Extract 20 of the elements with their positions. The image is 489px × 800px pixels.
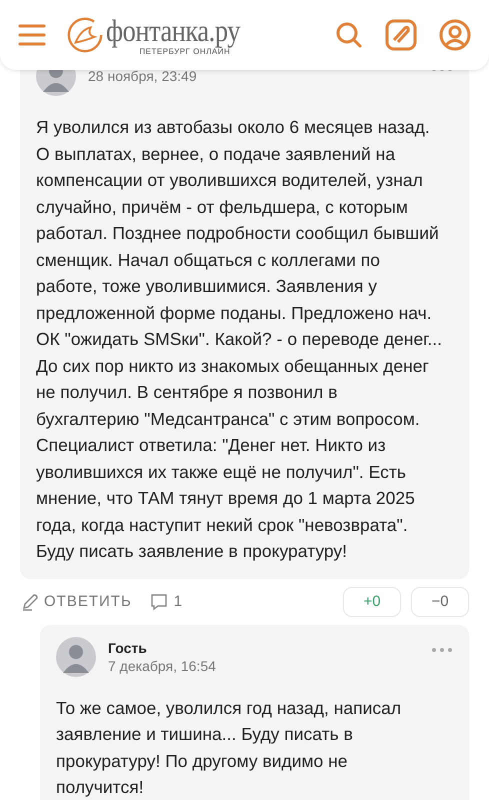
avatar-icon	[56, 636, 96, 676]
pencil-icon	[22, 592, 40, 610]
author-name: Гость	[108, 640, 148, 656]
bird-logo-icon	[66, 16, 104, 54]
upvote-button[interactable]: +0	[343, 586, 401, 616]
downvote-button[interactable]: −0	[411, 586, 469, 616]
more-options-icon[interactable]	[431, 646, 453, 652]
reply-count: 1	[174, 593, 182, 610]
comment-text: Я уволился из автобазы около 6 месяцев назад. О выплатах, вернее, о подаче заявлений на компенсации от уволившихся водителей, узнал случайно, причём - от фельдшера, с которым работал. Позднее подробности сообщил бывший сменщик. Начал общаться с коллегами по работе, тоже уволившимися. Заявления у предложенной форме поданы. Предложено нач. ОК "ожидать SMSки". Какой? - о переводе денег... До сих пор никто из знакомых обещанных денег не получил. В сентябре я позвонил в бухгалтерию "Медсантранса" с этим вопросом. Специалист ответила: "Денег нет. Никто из уволившихся их также ещё не получил". Есть мнение, что ТАМ тянут время до 1 марта 2025 года, когда наступит некий срок "невозврата". Буду писать заявление в прокуратуру!	[36, 116, 444, 563]
comment-date: 28 ноября, 23:49	[88, 68, 198, 84]
user-profile-icon[interactable]	[439, 19, 471, 51]
comment-icon	[150, 592, 168, 610]
site-logo-text[interactable]: фонтанка.ру	[106, 14, 240, 46]
reply-link[interactable]: ОТВЕТИТЬ	[22, 592, 132, 610]
edit-note-icon[interactable]	[385, 19, 417, 51]
menu-icon[interactable]	[18, 23, 46, 47]
search-icon[interactable]	[335, 21, 363, 49]
comment-date: 7 декабря, 16:54	[108, 658, 217, 674]
logo-subtitle: ПЕТЕРБУРГ ОНЛАЙН	[139, 46, 230, 56]
comment-text: То же самое, уволился год назад, написал заявление и тишина... Буду писать в прокуратуру! По другому видимо не получится!	[56, 696, 402, 799]
